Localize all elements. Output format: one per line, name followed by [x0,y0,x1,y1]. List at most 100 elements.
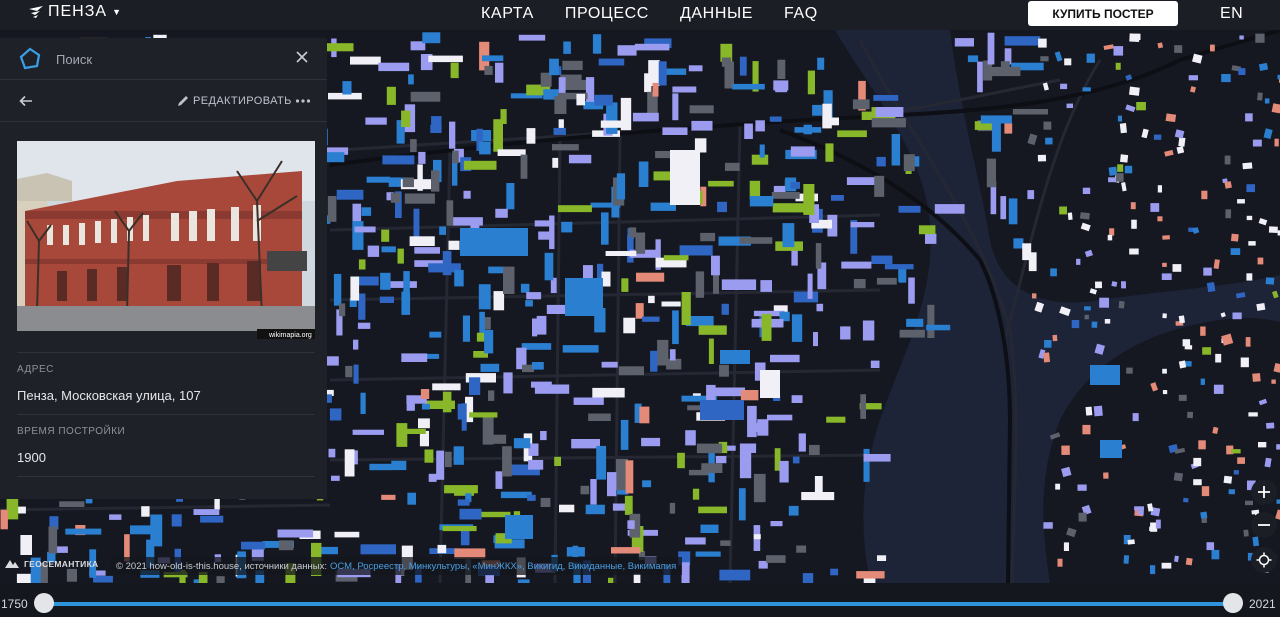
building-footprint[interactable] [753,534,761,540]
building-footprint[interactable] [592,387,625,398]
building-footprint[interactable] [891,134,901,166]
building-footprint[interactable] [493,291,505,311]
building-footprint[interactable] [1043,352,1051,363]
building-footprint[interactable] [56,546,68,553]
building-footprint[interactable] [421,403,430,410]
building-footprint[interactable] [661,301,681,307]
building-footprint[interactable] [1193,457,1202,467]
building-footprint[interactable] [696,443,723,454]
building-footprint[interactable] [1100,440,1122,458]
building-footprint[interactable] [596,445,607,480]
building-footprint[interactable] [841,261,872,269]
zoom-out-button[interactable] [1251,512,1277,538]
building-footprint[interactable] [1178,315,1185,324]
building-footprint[interactable] [846,177,877,185]
building-footprint[interactable] [1071,320,1080,329]
building-footprint[interactable] [1221,74,1231,83]
building-footprint[interactable] [1077,484,1087,491]
building-footprint[interactable] [1201,190,1208,200]
building-footprint[interactable] [918,225,936,235]
building-footprint[interactable] [327,196,337,222]
building-footprint[interactable] [171,514,182,527]
building-footprint[interactable] [715,456,727,464]
building-footprint[interactable] [856,571,885,579]
building-footprint[interactable] [561,221,573,233]
building-footprint[interactable] [1116,173,1124,182]
building-footprint[interactable] [534,384,570,394]
building-footprint[interactable] [898,270,906,283]
building-footprint[interactable] [1165,113,1177,123]
building-footprint[interactable] [1256,303,1266,311]
building-footprint[interactable] [442,526,477,532]
building-footprint[interactable] [623,317,636,334]
building-footprint[interactable] [863,448,870,482]
building-footprint[interactable] [1004,123,1013,134]
building-footprint[interactable] [641,437,661,447]
building-footprint[interactable] [1082,187,1091,194]
building-footprint[interactable] [1076,258,1081,265]
building-footprint[interactable] [502,446,512,477]
building-footprint[interactable] [769,116,782,122]
building-footprint[interactable] [525,300,533,307]
building-footprint[interactable] [601,361,618,368]
building-footprint[interactable] [1161,562,1172,569]
building-footprint[interactable] [554,456,561,466]
building-footprint[interactable] [1271,379,1276,384]
building-footprint[interactable] [782,223,795,248]
building-footprint[interactable] [1200,378,1206,385]
building-footprint[interactable] [1248,241,1256,246]
building-footprint[interactable] [1090,365,1120,385]
building-footprint[interactable] [1109,228,1115,236]
building-footprint[interactable] [1057,558,1063,567]
building-footprint[interactable] [350,56,381,65]
building-footprint[interactable] [1248,412,1258,417]
building-footprint[interactable] [580,485,590,495]
building-footprint[interactable] [1202,347,1212,355]
building-footprint[interactable] [391,460,407,471]
building-footprint[interactable] [1038,38,1047,48]
building-footprint[interactable] [652,82,659,97]
building-footprint[interactable] [495,62,504,83]
building-footprint[interactable] [493,119,503,152]
building-footprint[interactable] [1200,511,1208,519]
building-footprint[interactable] [513,438,531,449]
building-footprint[interactable] [791,314,803,342]
building-footprint[interactable] [382,155,415,165]
building-footprint[interactable] [903,154,915,172]
building-footprint[interactable] [899,329,925,338]
building-footprint[interactable] [1237,457,1245,464]
building-footprint[interactable] [572,545,579,558]
building-footprint[interactable] [877,555,887,561]
building-footprint[interactable] [417,164,423,191]
building-footprint[interactable] [403,271,410,299]
building-footprint[interactable] [653,171,672,181]
building-footprint[interactable] [214,498,220,510]
building-footprint[interactable] [367,245,380,257]
building-footprint[interactable] [1185,361,1192,367]
building-footprint[interactable] [1153,134,1162,140]
building-footprint[interactable] [410,139,417,153]
building-footprint[interactable] [448,240,460,250]
building-footprint[interactable] [345,365,353,378]
building-footprint[interactable] [544,252,554,281]
building-footprint[interactable] [1206,542,1215,551]
building-footprint[interactable] [452,150,459,164]
building-footprint[interactable] [672,310,679,345]
building-footprint[interactable] [428,55,463,63]
building-footprint[interactable] [611,547,641,554]
building-footprint[interactable] [1045,137,1053,145]
building-footprint[interactable] [1066,103,1074,109]
building-footprint[interactable] [812,104,822,116]
building-footprint[interactable] [1150,565,1156,575]
building-footprint[interactable] [319,546,338,555]
building-footprint[interactable] [1258,442,1267,448]
building-footprint[interactable] [1173,472,1184,482]
building-footprint[interactable] [1187,411,1194,419]
building-footprint[interactable] [617,45,637,56]
building-footprint[interactable] [381,494,396,500]
building-footprint[interactable] [1206,281,1216,293]
building-footprint[interactable] [431,116,442,127]
buy-poster-button[interactable]: КУПИТЬ ПОСТЕР [1028,1,1178,26]
building-footprint[interactable] [648,60,660,86]
building-footprint[interactable] [772,203,805,213]
